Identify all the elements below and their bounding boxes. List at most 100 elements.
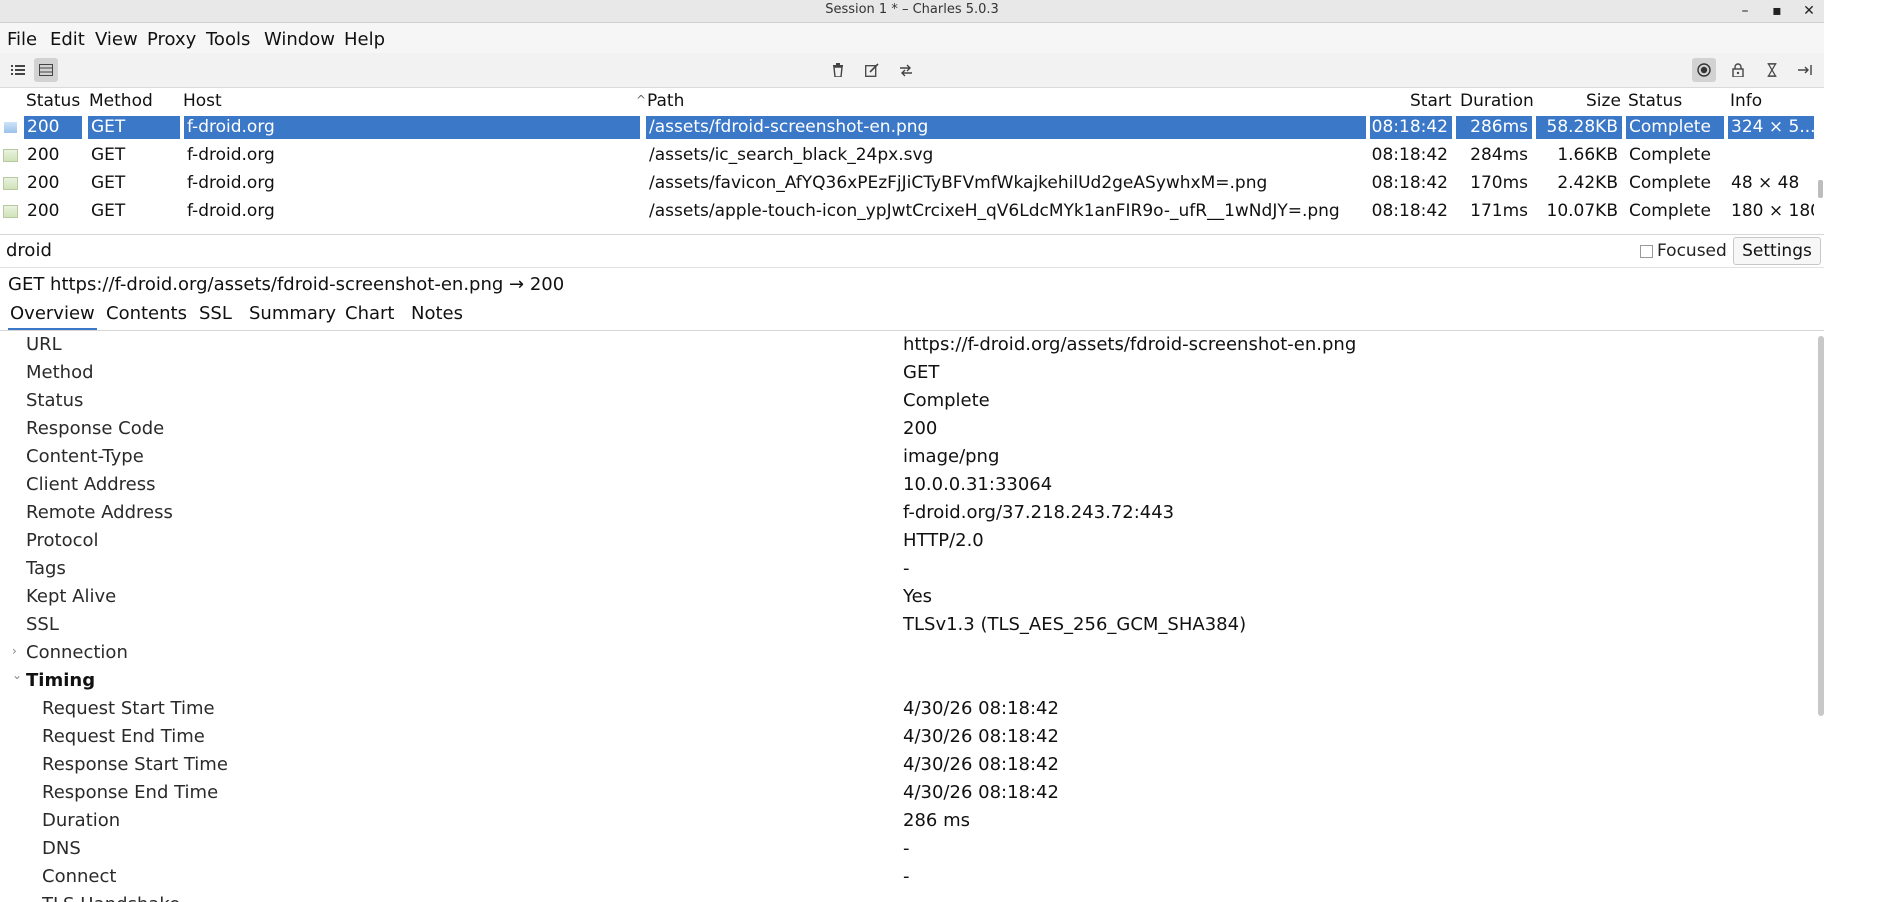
focused-checkbox[interactable]: Focused: [1640, 241, 1727, 261]
menu-bar: File Edit View Proxy Tools Window Help: [0, 23, 1824, 53]
overview-row: Remote Address f-droid.org/37.218.243.72:…: [0, 499, 1816, 527]
menu-edit[interactable]: Edit: [48, 27, 87, 52]
structure-view-icon[interactable]: [6, 58, 30, 82]
overview-value: -: [903, 838, 910, 859]
overview-value: TLSv1.3 (TLS_AES_256_GCM_SHA384): [903, 614, 1247, 635]
throttle-hourglass-icon[interactable]: [1760, 58, 1784, 82]
cell-duration: 170ms: [1470, 173, 1528, 193]
cell-status: 200: [24, 116, 82, 139]
overview-key: Request End Time: [42, 726, 205, 747]
cell-size: 1.66KB: [1557, 145, 1618, 165]
cell-state: Complete: [1629, 201, 1711, 221]
overview-key: Connection: [26, 642, 128, 663]
tab-notes[interactable]: Notes: [409, 303, 465, 328]
close-button[interactable]: ✕: [1796, 0, 1822, 22]
checkbox-box[interactable]: [1640, 244, 1653, 258]
overview-row: Tags -: [0, 555, 1816, 583]
overview-value: Complete: [903, 390, 990, 411]
cell-host: f-droid.org: [187, 201, 275, 221]
export-arrow-icon[interactable]: [1793, 58, 1817, 82]
overview-value: -: [903, 558, 910, 579]
image-file-icon: [3, 121, 18, 134]
overview-scrollbar[interactable]: [1818, 336, 1824, 716]
col-size[interactable]: Size: [1586, 91, 1621, 111]
cell-path: /assets/fdroid-screenshot-en.png: [646, 116, 1366, 139]
settings-button[interactable]: Settings: [1733, 237, 1821, 265]
cell-start: 08:18:42: [1371, 173, 1448, 193]
col-status[interactable]: Status: [26, 91, 80, 111]
filter-input[interactable]: droid: [6, 240, 52, 261]
col-state[interactable]: Status: [1628, 91, 1682, 111]
table-scrollbar[interactable]: [1818, 180, 1823, 198]
ssl-lock-icon[interactable]: [1726, 58, 1750, 82]
overview-key: Timing: [26, 670, 96, 691]
overview-value: -: [903, 866, 910, 887]
image-file-icon: [3, 177, 18, 190]
overview-value: 286 ms: [903, 810, 970, 831]
menu-tools[interactable]: Tools: [204, 27, 252, 52]
col-method[interactable]: Method: [89, 91, 153, 111]
overview-key: Response End Time: [42, 782, 219, 803]
toolbar: [0, 53, 1824, 88]
menu-window[interactable]: Window: [262, 27, 337, 52]
overview-key: Tags: [26, 558, 66, 579]
repeat-icon[interactable]: [894, 58, 918, 82]
collapse-chevron-icon[interactable]: ⌄: [12, 668, 22, 682]
tab-summary[interactable]: Summary: [247, 303, 338, 328]
col-info[interactable]: Info: [1730, 91, 1762, 111]
tab-contents[interactable]: Contents: [104, 303, 189, 328]
timing-row[interactable]: ⌄ Timing: [0, 667, 1816, 695]
cell-size: 58.28KB: [1536, 116, 1622, 139]
overview-key: Response Code: [26, 418, 165, 439]
cell-state: Complete: [1629, 145, 1711, 165]
col-start[interactable]: Start: [1410, 91, 1452, 111]
overview-value: -: [903, 894, 910, 902]
minimize-button[interactable]: –: [1732, 0, 1758, 22]
table-row[interactable]: 200 GET f-droid.org /assets/ic_search_bl…: [0, 142, 1824, 169]
menu-view[interactable]: View: [93, 27, 140, 52]
expand-chevron-icon[interactable]: ›: [12, 644, 17, 658]
sequence-view-icon[interactable]: [34, 58, 58, 82]
trash-icon[interactable]: [826, 58, 850, 82]
overview-key: Protocol: [26, 530, 99, 551]
menu-file[interactable]: File: [5, 27, 39, 52]
cell-duration: 286ms: [1456, 116, 1532, 139]
overview-value: 4/30/26 08:18:42: [903, 754, 1059, 775]
overview-value: 4/30/26 08:18:42: [903, 726, 1059, 747]
col-duration[interactable]: Duration: [1460, 91, 1534, 111]
table-row[interactable]: 200 GET f-droid.org /assets/apple-touch-…: [0, 198, 1824, 225]
tab-chart[interactable]: Chart: [343, 303, 396, 328]
cell-start: 08:18:42: [1371, 201, 1448, 221]
overview-key: Response Start Time: [42, 754, 228, 775]
maximize-button[interactable]: ▪: [1764, 0, 1790, 22]
overview-key: SSL: [26, 614, 59, 635]
cell-duration: 284ms: [1470, 145, 1528, 165]
cell-status: 200: [27, 201, 60, 221]
cell-info: 48 × 48: [1731, 173, 1800, 193]
connection-row[interactable]: › Connection: [0, 639, 1816, 667]
cell-host: f-droid.org: [187, 173, 275, 193]
menu-help[interactable]: Help: [342, 27, 387, 52]
overview-panel: URL https://f-droid.org/assets/fdroid-scr…: [0, 331, 1824, 902]
overview-value: GET: [903, 362, 940, 383]
col-host[interactable]: Host: [183, 91, 222, 111]
overview-row: Duration 286 ms: [0, 807, 1816, 835]
overview-row: Method GET: [0, 359, 1816, 387]
overview-value: f-droid.org/37.218.243.72:443: [903, 502, 1175, 523]
overview-key: TLS Handshake: [42, 894, 180, 902]
col-path[interactable]: Path: [647, 91, 684, 111]
overview-value: 10.0.0.31:33064: [903, 474, 1053, 495]
overview-value: 200: [903, 418, 938, 439]
cell-state: Complete: [1626, 116, 1724, 139]
cell-info: 180 × 180: [1731, 201, 1814, 221]
edit-icon[interactable]: [860, 58, 884, 82]
menu-proxy[interactable]: Proxy: [145, 27, 198, 52]
tab-overview[interactable]: Overview: [8, 303, 97, 330]
charles-window: Session 1 * – Charles 5.0.3 – ▪ ✕ File E…: [0, 0, 1824, 902]
table-row[interactable]: 200 GET f-droid.org /assets/fdroid-scree…: [0, 114, 1824, 141]
overview-row: Response End Time 4/30/26 08:18:42: [0, 779, 1816, 807]
tab-ssl[interactable]: SSL: [197, 303, 234, 328]
table-row[interactable]: 200 GET f-droid.org /assets/favicon_AfYQ…: [0, 170, 1824, 197]
record-icon[interactable]: [1692, 58, 1716, 82]
cell-size: 10.07KB: [1546, 201, 1618, 221]
